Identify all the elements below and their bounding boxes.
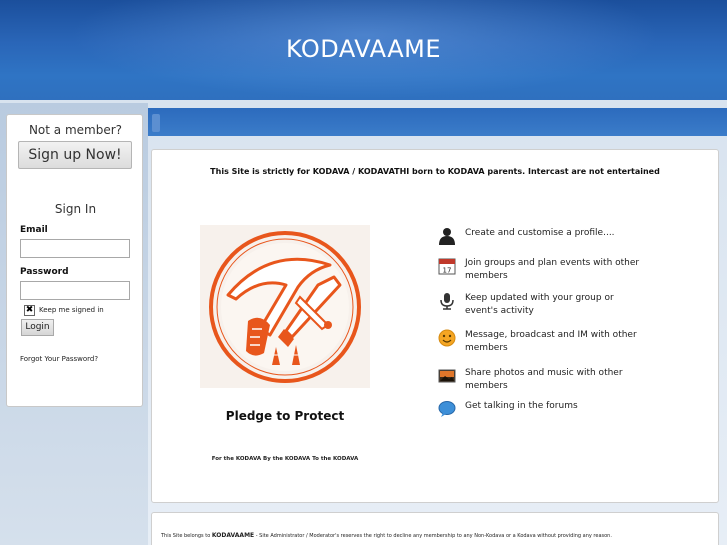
feature-item: Message, broadcast and IM with other mem… (438, 329, 648, 355)
nav-strip (148, 108, 727, 136)
password-field[interactable] (20, 281, 130, 300)
footer-prefix: This Site belongs to (161, 533, 211, 539)
keep-signed-in-checkbox[interactable]: ✖ (24, 304, 35, 316)
footer-panel: This Site belongs to KODAVAAME - Site Ad… (151, 512, 719, 545)
feature-text: Share photos and music with other member… (465, 368, 623, 391)
feature-item: Keep updated with your group or event's … (438, 292, 648, 318)
footer-suffix: - Site Administrator / Moderator's reser… (255, 533, 612, 539)
calendar-date: 17 (443, 267, 452, 275)
feature-text: Create and customise a profile.... (465, 228, 615, 238)
signin-panel: Not a member? Sign up Now! Sign In Email… (6, 114, 143, 407)
signin-title: Sign In (54, 202, 97, 216)
feature-item: Get talking in the forums (438, 400, 648, 418)
speech-bubble-icon (438, 401, 456, 417)
feature-item: 17 Join groups and plan events with othe… (438, 257, 648, 283)
nav-strip-tab[interactable] (152, 114, 160, 132)
microphone-icon (440, 293, 454, 310)
not-member-text: Not a member? (28, 123, 123, 137)
signup-button[interactable]: Sign up Now! (18, 141, 132, 169)
site-header: KODAVAAME (0, 0, 727, 108)
kodava-emblem (200, 225, 370, 388)
main-panel: This Site is strictly for KODAVA / KODAV… (151, 149, 719, 503)
feature-item: Share photos and music with other member… (438, 367, 648, 393)
feature-text: Get talking in the forums (465, 401, 578, 411)
footer-disclaimer: This Site belongs to KODAVAAME - Site Ad… (161, 532, 612, 539)
footer-site-name: KODAVAAME (211, 532, 255, 539)
login-button[interactable]: Login (21, 319, 54, 336)
keep-signed-in-label: Keep me signed in (39, 306, 104, 314)
smiley-icon (438, 329, 456, 347)
pledge-heading: Pledge to Protect (225, 409, 345, 423)
calendar-icon: 17 (438, 258, 456, 275)
email-label: Email (20, 225, 48, 235)
forgot-password-link[interactable]: Forgot Your Password? (20, 355, 98, 363)
membership-notice: This Site is strictly for KODAVA / KODAV… (210, 167, 660, 176)
person-icon (439, 228, 455, 245)
photo-icon (438, 369, 456, 383)
feature-item: Create and customise a profile.... (438, 227, 648, 245)
feature-text: Message, broadcast and IM with other mem… (465, 330, 637, 353)
motto-text: For the KODAVA By the KODAVA To the KODA… (211, 456, 359, 462)
email-field[interactable] (20, 239, 130, 258)
site-title[interactable]: KODAVAAME (0, 35, 727, 63)
feature-text: Keep updated with your group or event's … (465, 293, 614, 316)
feature-text: Join groups and plan events with other m… (465, 258, 640, 281)
password-label: Password (20, 267, 69, 277)
keep-signed-in-row[interactable]: ✖ Keep me signed in (24, 304, 104, 316)
